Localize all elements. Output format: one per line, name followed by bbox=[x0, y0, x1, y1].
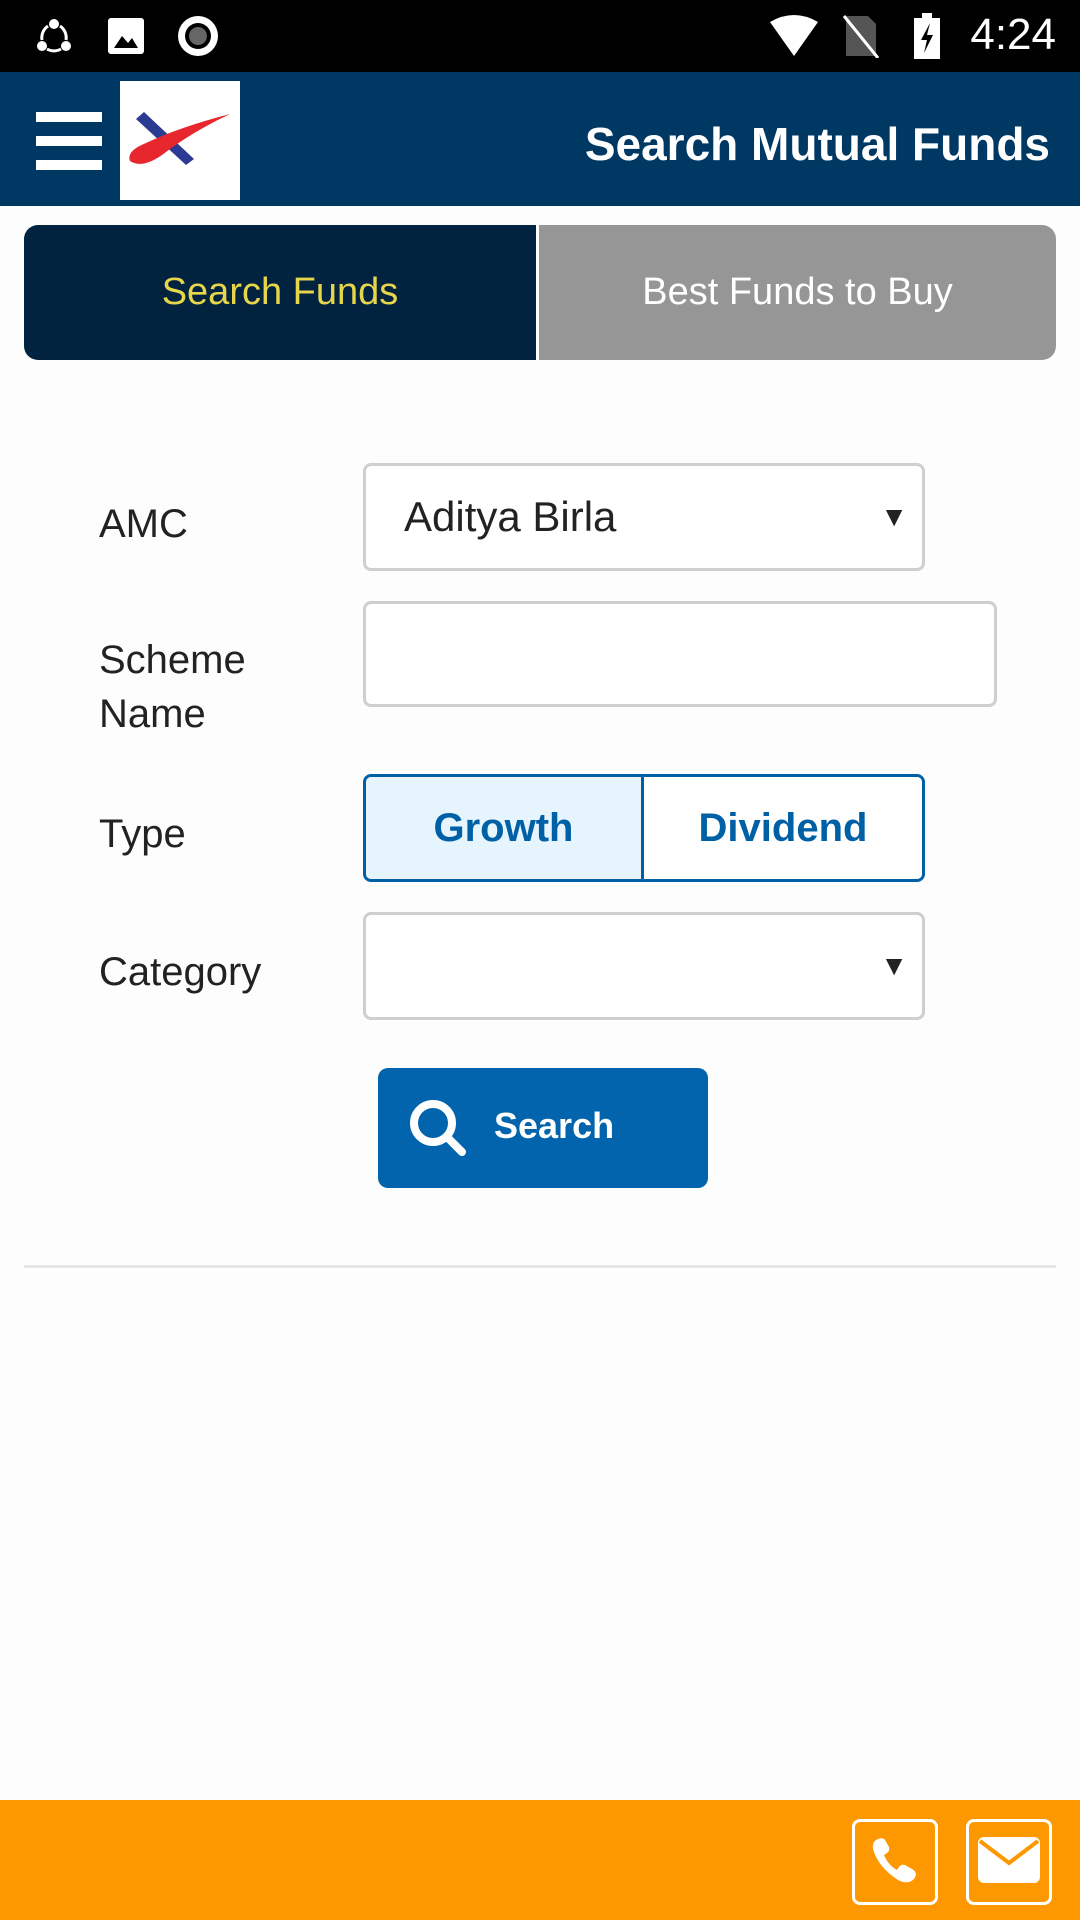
chevron-down-icon: ▼ bbox=[880, 950, 908, 981]
amc-label: AMC bbox=[99, 502, 188, 546]
search-button[interactable]: Search bbox=[378, 1068, 708, 1188]
no-sim-icon bbox=[840, 14, 880, 58]
type-option-growth[interactable]: Growth bbox=[366, 777, 644, 879]
share-it-icon bbox=[34, 14, 74, 58]
image-icon bbox=[106, 14, 146, 58]
record-icon bbox=[176, 14, 220, 58]
wifi-icon bbox=[768, 14, 820, 58]
brand-logo[interactable] bbox=[120, 81, 240, 200]
mail-icon bbox=[976, 1835, 1042, 1890]
scheme-name-label-line1: Scheme bbox=[99, 638, 246, 682]
hamburger-menu-icon[interactable] bbox=[36, 112, 102, 170]
category-select[interactable]: ▼ bbox=[363, 912, 925, 1020]
page-title: Search Mutual Funds bbox=[584, 118, 1050, 170]
call-button[interactable] bbox=[852, 1819, 938, 1905]
footer-bar bbox=[0, 1800, 1080, 1920]
amc-selected-value: Aditya Birla bbox=[404, 493, 617, 540]
type-label: Type bbox=[99, 812, 186, 856]
type-segmented-control: Growth Dividend bbox=[363, 774, 925, 882]
status-time: 4:24 bbox=[970, 10, 1056, 59]
type-option-dividend[interactable]: Dividend bbox=[644, 777, 922, 879]
phone-icon bbox=[868, 1833, 922, 1892]
status-bar: 4:24 bbox=[0, 0, 1080, 72]
mail-button[interactable] bbox=[966, 1819, 1052, 1905]
chevron-down-icon: ▼ bbox=[880, 501, 908, 532]
tab-search-funds[interactable]: Search Funds bbox=[24, 225, 536, 360]
search-button-label: Search bbox=[494, 1105, 615, 1146]
battery-charging-icon bbox=[912, 13, 942, 59]
scheme-name-label-line2: Name bbox=[99, 692, 206, 736]
amc-select[interactable]: Aditya Birla ▼ bbox=[363, 463, 925, 571]
scheme-name-label: Scheme Name bbox=[99, 633, 246, 741]
divider bbox=[24, 1265, 1056, 1268]
scheme-name-input[interactable] bbox=[363, 601, 997, 707]
app-bar: Search Mutual Funds bbox=[0, 72, 1080, 206]
tab-best-funds-to-buy[interactable]: Best Funds to Buy bbox=[539, 225, 1056, 360]
search-icon bbox=[408, 1098, 470, 1160]
tab-bar: Search Funds Best Funds to Buy bbox=[24, 225, 1056, 360]
category-label: Category bbox=[99, 950, 262, 994]
